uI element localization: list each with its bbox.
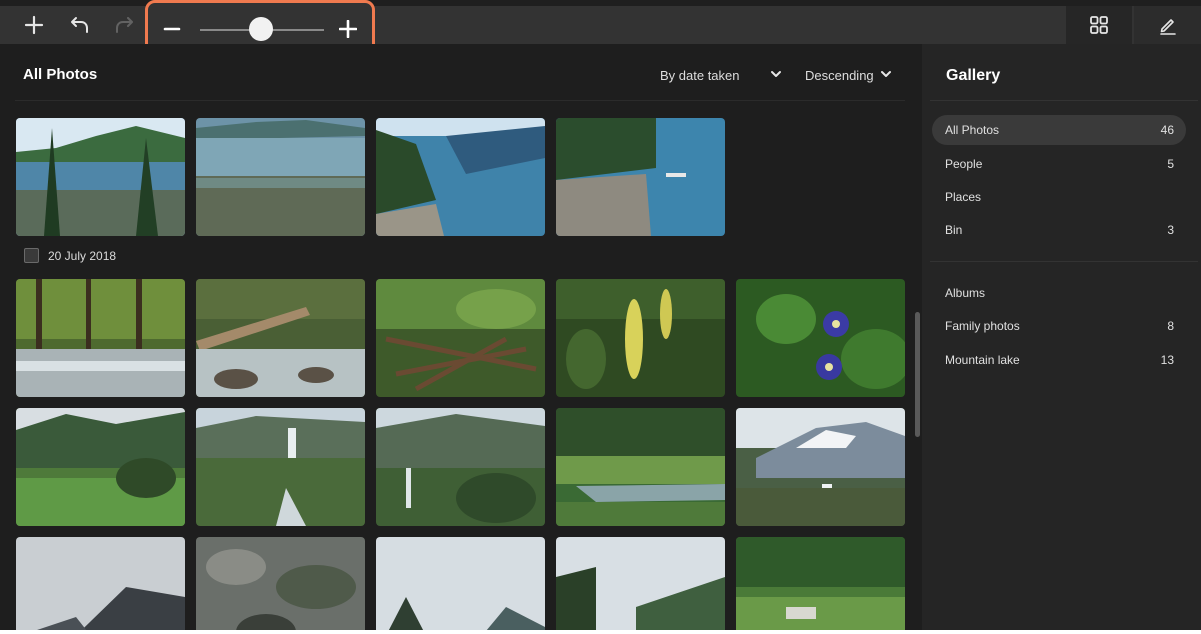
sidebar-item-count: 3	[1167, 223, 1174, 237]
lake-photo	[16, 118, 185, 236]
river-valley-photo	[556, 408, 725, 526]
photo-thumbnail[interactable]	[16, 118, 185, 236]
photo-thumbnail[interactable]	[556, 537, 725, 634]
window-bottom-edge	[0, 630, 1201, 634]
photo-thumbnail[interactable]	[196, 279, 365, 397]
photo-thumbnail[interactable]	[736, 279, 905, 397]
sidebar-item-label: Family photos	[945, 319, 1020, 333]
divider	[15, 100, 905, 101]
date-group-label: 20 July 2018	[48, 248, 117, 263]
albums-heading: Albums	[945, 286, 986, 300]
minus-icon	[163, 27, 181, 31]
sort-order-dropdown[interactable]: Descending	[805, 68, 874, 83]
add-button[interactable]	[16, 6, 52, 44]
mountain-valley-photo	[16, 408, 185, 526]
vertical-scrollbar[interactable]	[915, 312, 920, 437]
gallery-sidebar: Gallery All Photos 46 People 5 Places Bi…	[922, 44, 1201, 634]
photo-thumbnail[interactable]	[196, 537, 365, 634]
sidebar-item-count: 5	[1167, 157, 1174, 171]
sidebar-item-count: 13	[1160, 353, 1174, 367]
photo-thumbnail[interactable]	[376, 537, 545, 634]
photo-thumbnail[interactable]	[376, 408, 545, 526]
zoom-out-button[interactable]	[160, 17, 184, 41]
date-group-checkbox[interactable]	[24, 248, 39, 263]
edit-pencil-icon	[1159, 19, 1176, 35]
forest-stream-photo	[16, 279, 185, 397]
page-title: All Photos	[23, 66, 98, 83]
photo-thumbnail[interactable]	[376, 279, 545, 397]
zoom-in-button[interactable]	[336, 17, 360, 41]
sidebar-item-album-family-photos[interactable]: Family photos 8	[932, 311, 1186, 341]
redo-icon	[116, 17, 133, 33]
photo-thumbnail[interactable]	[16, 279, 185, 397]
sidebar-item-label: Bin	[945, 223, 963, 237]
sidebar-item-places[interactable]: Places	[932, 182, 1186, 212]
flowers-photo	[736, 279, 905, 397]
photo-thumbnail[interactable]	[556, 118, 725, 236]
sidebar-item-count: 46	[1160, 123, 1174, 137]
photo-thumbnail[interactable]	[556, 408, 725, 526]
photo-thumbnail[interactable]	[736, 537, 905, 634]
photos-app-window: All Photos By date taken Descending 20 J…	[0, 0, 1201, 634]
grid-view-icon	[1090, 16, 1108, 34]
misty-forest-photo	[376, 537, 545, 634]
divider	[930, 100, 1198, 101]
sidebar-item-all-photos[interactable]: All Photos 46	[932, 115, 1186, 145]
chevron-down-icon[interactable]	[880, 67, 892, 85]
divider	[930, 261, 1198, 262]
forest-stream-photo	[196, 279, 365, 397]
plus-icon	[24, 15, 44, 35]
sidebar-item-label: Places	[945, 190, 982, 204]
sidebar-item-label: People	[945, 157, 983, 171]
redo-button[interactable]	[106, 6, 142, 44]
mountain-waterfall-photo	[736, 408, 905, 526]
sidebar-item-label: All Photos	[945, 123, 1000, 137]
lake-photo	[196, 118, 365, 236]
edit-button[interactable]	[1134, 6, 1201, 44]
undo-icon	[71, 17, 88, 33]
rocks-photo	[196, 537, 365, 634]
waterfall-photo	[196, 408, 365, 526]
sidebar-item-people[interactable]: People 5	[932, 149, 1186, 179]
photo-thumbnail[interactable]	[16, 408, 185, 526]
photo-thumbnail[interactable]	[376, 118, 545, 236]
sidebar-item-label: Mountain lake	[945, 353, 1020, 367]
sidebar-item-bin[interactable]: Bin 3	[932, 215, 1186, 245]
chevron-down-icon[interactable]	[770, 67, 782, 85]
lake-photo	[376, 118, 545, 236]
sidebar-item-album-mountain-lake[interactable]: Mountain lake 13	[932, 345, 1186, 375]
forest-floor-photo	[376, 279, 545, 397]
date-group-header: 20 July 2018	[24, 248, 116, 263]
undo-button[interactable]	[62, 6, 98, 44]
photo-thumbnail[interactable]	[736, 408, 905, 526]
sort-by-dropdown[interactable]: By date taken	[660, 68, 740, 83]
flowers-photo	[556, 279, 725, 397]
sidebar-item-count: 8	[1167, 319, 1174, 333]
lake-photo	[556, 118, 725, 236]
view-mode-button[interactable]	[1066, 6, 1132, 44]
misty-valley-photo	[556, 537, 725, 634]
sidebar-title: Gallery	[946, 67, 1001, 84]
plus-icon	[339, 20, 357, 38]
photo-thumbnail[interactable]	[196, 118, 365, 236]
forest-meadow-photo	[736, 537, 905, 634]
photo-grid-area: All Photos By date taken Descending 20 J…	[0, 44, 922, 634]
toolbar	[0, 0, 1201, 60]
photo-thumbnail[interactable]	[556, 279, 725, 397]
photo-thumbnail[interactable]	[16, 537, 185, 634]
zoom-slider-thumb[interactable]	[249, 17, 273, 41]
cloudy-mountain-photo	[16, 537, 185, 634]
waterfall-photo	[376, 408, 545, 526]
photo-thumbnail[interactable]	[196, 408, 365, 526]
